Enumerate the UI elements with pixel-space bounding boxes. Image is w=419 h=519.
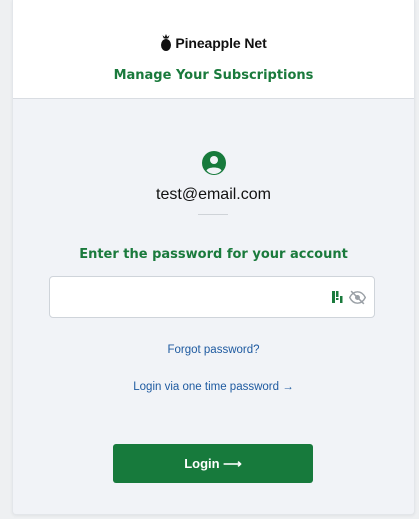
header: Pineapple Net Manage Your Subscriptions <box>13 0 414 99</box>
password-input[interactable] <box>50 277 340 317</box>
eye-off-icon[interactable] <box>349 289 366 306</box>
password-manager-icon[interactable] <box>332 290 345 304</box>
account-circle-icon <box>202 151 226 175</box>
brand: Pineapple Net <box>13 34 414 51</box>
otp-login-link[interactable]: Login via one time password → <box>13 381 414 393</box>
password-prompt: Enter the password for your account <box>79 247 348 262</box>
divider <box>198 214 228 215</box>
brand-name: Pineapple Net <box>175 34 267 51</box>
password-field <box>49 276 375 318</box>
login-button[interactable]: Login ⟶ <box>113 444 313 483</box>
pineapple-icon <box>161 34 172 51</box>
forgot-password-link[interactable]: Forgot password? <box>13 344 414 356</box>
page-subtitle: Manage Your Subscriptions <box>113 68 314 83</box>
login-card: Pineapple Net Manage Your Subscriptions … <box>12 0 415 515</box>
account-email: test@email.com <box>156 186 271 203</box>
